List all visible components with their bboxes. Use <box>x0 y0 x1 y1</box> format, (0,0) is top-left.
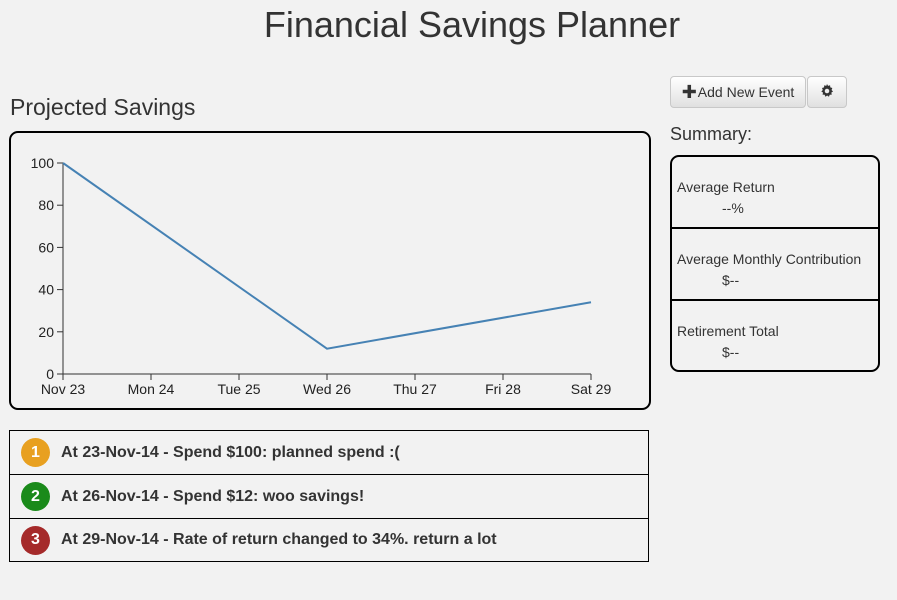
event-text: At 29-Nov-14 - Rate of return changed to… <box>61 531 497 548</box>
y-tick-label: 0 <box>46 366 54 382</box>
summary-item-value: $-- <box>722 272 740 288</box>
gear-icon <box>820 83 834 101</box>
event-list: 1 At 23-Nov-14 - Spend $100: planned spe… <box>9 430 649 562</box>
event-number-badge: 1 <box>21 438 50 467</box>
summary-item-label: Retirement Total <box>677 323 779 339</box>
event-item[interactable]: 2 At 26-Nov-14 - Spend $12: woo savings! <box>9 474 649 518</box>
summary-title: Summary: <box>670 124 753 144</box>
event-number-badge: 3 <box>21 525 50 555</box>
settings-button[interactable] <box>807 76 847 108</box>
plus-icon: ✚ <box>681 82 697 102</box>
add-new-event-label: Add New Event <box>697 84 795 100</box>
y-tick-label: 20 <box>38 324 54 340</box>
summary-average-monthly-contribution: Average Monthly Contribution $-- <box>672 229 878 301</box>
x-tick-label: Sat 29 <box>571 381 612 397</box>
add-new-event-button[interactable]: ✚ Add New Event <box>670 76 806 108</box>
x-tick-label: Nov 23 <box>41 381 86 397</box>
summary-item-value: --% <box>722 200 744 216</box>
x-tick-label: Thu 27 <box>393 381 437 397</box>
savings-chart-svg: 0 20 40 60 80 100 Nov 23 Mon 24 Tue 25 Wed 26 Thu … <box>31 155 612 397</box>
x-tick-label: Tue 25 <box>217 381 260 397</box>
event-item[interactable]: 3 At 29-Nov-14 - Rate of return changed … <box>9 518 649 562</box>
x-tick-label: Mon 24 <box>128 381 175 397</box>
y-tick-label: 100 <box>31 155 55 171</box>
event-item[interactable]: 1 At 23-Nov-14 - Spend $100: planned spe… <box>9 430 649 474</box>
x-tick-label: Fri 28 <box>485 381 521 397</box>
y-tick-label: 80 <box>38 197 54 213</box>
x-tick-label: Wed 26 <box>303 381 351 397</box>
summary-item-label: Average Return <box>677 179 775 195</box>
summary-item-label: Average Monthly Contribution <box>677 251 862 267</box>
summary-item-value: $-- <box>722 344 740 360</box>
y-tick-label: 60 <box>38 239 54 255</box>
event-text: At 26-Nov-14 - Spend $12: woo savings! <box>61 487 365 505</box>
page-title: Financial Savings Planner <box>263 4 681 45</box>
savings-chart: 0 20 40 60 80 100 Nov 23 Mon 24 Tue 25 Wed 26 Thu … <box>9 131 651 410</box>
summary-panel: Average Return --% Average Monthly Contr… <box>670 155 880 372</box>
y-tick-label: 40 <box>38 282 54 298</box>
event-number-badge: 2 <box>21 482 50 511</box>
summary-average-return: Average Return --% <box>672 157 878 229</box>
summary-retirement-total: Retirement Total $-- <box>672 301 878 370</box>
savings-series-line <box>62 162 592 350</box>
section-title: Projected Savings <box>10 94 196 120</box>
event-text: At 23-Nov-14 - Spend $100: planned spend… <box>61 443 400 461</box>
